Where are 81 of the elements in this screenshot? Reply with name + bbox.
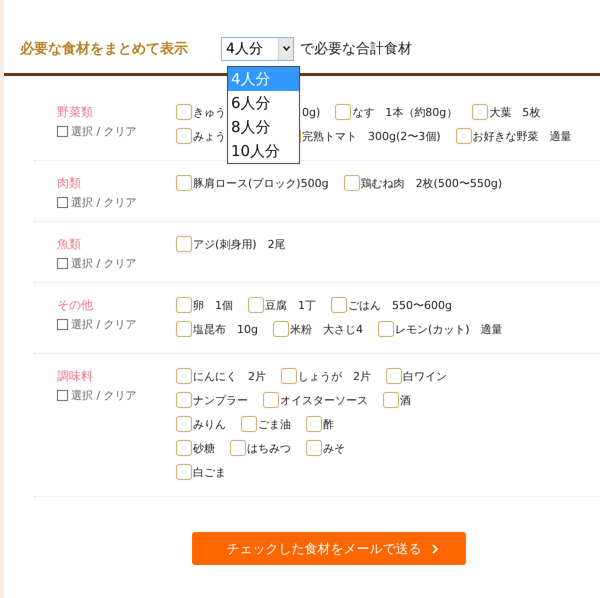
checkbox[interactable]: [176, 416, 192, 432]
ingredient-label: はちみつ: [247, 440, 291, 456]
ingredient-label: 豆腐 1丁: [265, 298, 316, 312]
select-clear-link[interactable]: 選択 / クリア: [71, 124, 137, 138]
checkbox[interactable]: [241, 416, 257, 432]
ingredient-label: アジ(刺身用) 2尾: [193, 236, 286, 252]
ingredient-label: 鶏むね肉 2枚(500〜550g): [360, 176, 502, 190]
select-clear-link[interactable]: 選択 / クリア: [71, 256, 137, 270]
checkbox[interactable]: [378, 321, 394, 337]
checkbox[interactable]: [57, 126, 68, 136]
ingredient-label: 大葉 5枚: [489, 104, 540, 120]
checkbox[interactable]: [57, 196, 68, 208]
chevron-icon: [432, 544, 438, 554]
checkbox[interactable]: [335, 104, 352, 120]
category-label: その他: [57, 297, 94, 314]
ingredient-label: みそ: [323, 440, 345, 456]
checkbox[interactable]: [176, 368, 192, 384]
ingredient-label: ごま油: [258, 416, 291, 432]
ingredient-label: みょう: [193, 128, 226, 144]
checkbox[interactable]: [386, 368, 402, 384]
ingredient-label: 白ごま: [193, 464, 226, 480]
checkbox[interactable]: [472, 104, 488, 120]
checkbox[interactable]: [57, 258, 68, 268]
checkbox[interactable]: [344, 175, 360, 191]
checkbox[interactable]: [248, 297, 264, 313]
checkbox[interactable]: [456, 128, 472, 144]
checkbox[interactable]: [306, 416, 322, 432]
ingredient-label: 酢: [323, 416, 334, 432]
checkbox[interactable]: [176, 440, 192, 456]
category-label: 魚類: [57, 236, 82, 253]
checkbox[interactable]: [57, 318, 68, 330]
checkbox[interactable]: [176, 104, 192, 120]
ingredient-label: ごはん 550〜600g: [348, 298, 452, 312]
category-label: 野菜類: [57, 104, 94, 121]
ingredient-label: 完熟トマト 300g(2〜3個): [302, 128, 441, 144]
ingredient-label: ナンプラー: [193, 392, 248, 408]
checkbox[interactable]: [176, 464, 192, 480]
ingredient-label: レモン(カット) 適量: [394, 322, 503, 336]
description-text: で必要な合計食材: [300, 40, 412, 58]
checkbox[interactable]: [176, 392, 192, 408]
category-label: 肉類: [57, 175, 82, 192]
ingredient-label: 豚肩ロース(ブロック)500g: [193, 176, 329, 190]
ingredient-label: お好きな野菜 適量: [472, 128, 572, 144]
section-title: 必要な食材をまとめて表示: [20, 40, 188, 58]
checkbox[interactable]: [331, 297, 347, 313]
select-clear-link[interactable]: 選択 / クリア: [71, 316, 137, 332]
checkbox[interactable]: [176, 236, 192, 252]
dropdown-option[interactable]: 8人分: [228, 115, 299, 139]
ingredient-label: 砂糖: [193, 440, 215, 456]
ingredient-label: しょうが 2片: [298, 368, 371, 384]
select-clear-link[interactable]: 選択 / クリア: [71, 388, 137, 402]
checkbox[interactable]: [57, 390, 68, 400]
ingredient-label: きゅう: [193, 104, 226, 120]
ingredient-label: 白ワイン: [403, 368, 447, 384]
dropdown-option[interactable]: 6人分: [228, 91, 299, 115]
ingredient-label: 米粉 大さじ4: [290, 322, 363, 336]
checkbox[interactable]: [176, 175, 192, 191]
checkbox[interactable]: [281, 368, 297, 384]
dropdown-option[interactable]: 10人分: [228, 139, 299, 163]
ingredient-label: 卵 1個: [193, 298, 233, 312]
checkbox[interactable]: [230, 440, 246, 456]
checkbox[interactable]: [176, 128, 192, 144]
send-email-button[interactable]: チェックした食材をメールで送る: [192, 532, 466, 565]
ingredient-label: オイスターソース: [280, 392, 368, 408]
ingredient-label: みりん: [193, 416, 226, 432]
checkbox[interactable]: [272, 321, 289, 337]
select-dropdown[interactable]: 4人分: [221, 36, 294, 60]
select-clear-link[interactable]: 選択 / クリア: [71, 194, 137, 210]
ingredient-label: にんにく 2片: [193, 368, 266, 384]
ingredient-label: 0g): [302, 106, 320, 118]
ingredient-label: なす 1本（約80g）: [352, 104, 458, 120]
caret-icon: [282, 46, 290, 51]
checkbox[interactable]: [263, 392, 279, 408]
checkbox[interactable]: [176, 321, 192, 337]
checkbox[interactable]: [383, 392, 399, 408]
dropdown-option[interactable]: 4人分: [228, 67, 299, 91]
ingredient-label: 酒: [400, 392, 411, 408]
category-label: 調味料: [57, 368, 94, 385]
checkbox[interactable]: [176, 297, 192, 313]
ingredient-label: 塩昆布 10g: [193, 322, 258, 336]
checkbox[interactable]: [306, 440, 322, 456]
